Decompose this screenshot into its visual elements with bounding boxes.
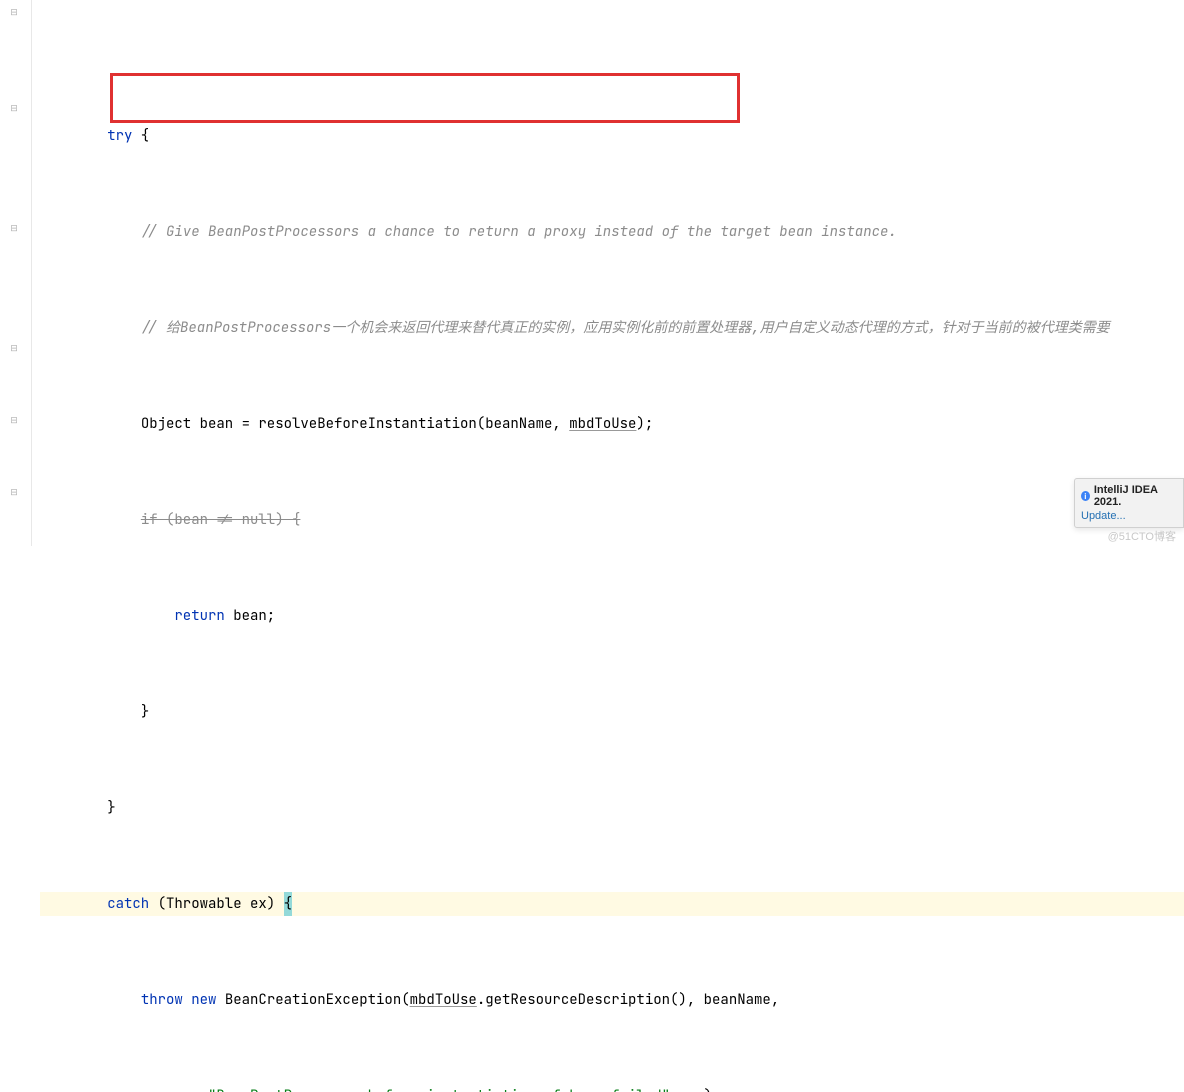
keyword-throw-new: throw new: [141, 988, 217, 1012]
fold-marker-icon[interactable]: ⊟: [8, 6, 20, 18]
comment: // 给BeanPostProcessors一个机会来返回代理来替代真正的实例，…: [141, 316, 1110, 340]
keyword-catch: catch: [107, 892, 149, 916]
fold-marker-icon[interactable]: ⊟: [8, 222, 20, 234]
editor-gutter: ⊟ ⊟ ⊟ ⊟ ⊟ ⊟: [0, 0, 32, 546]
fold-marker-icon[interactable]: ⊟: [8, 102, 20, 114]
code-line[interactable]: if (bean != null) {: [40, 508, 1184, 532]
string-literal: "BeanPostProcessor before instantiation …: [208, 1084, 670, 1092]
code-line[interactable]: // 给BeanPostProcessors一个机会来返回代理来替代真正的实例，…: [40, 316, 1184, 340]
fold-marker-icon[interactable]: ⊟: [8, 414, 20, 426]
code-line[interactable]: }: [40, 700, 1184, 724]
update-link[interactable]: Update...: [1081, 510, 1177, 522]
info-icon: i: [1081, 491, 1090, 501]
highlight-box: [110, 73, 740, 123]
variable-mbdToUse: mbdToUse: [410, 988, 477, 1012]
code-line[interactable]: Object bean = resolveBeforeInstantiation…: [40, 412, 1184, 436]
notification-title: i IntelliJ IDEA 2021.: [1081, 484, 1177, 508]
code-area[interactable]: try { // Give BeanPostProcessors a chanc…: [32, 0, 1184, 546]
ide-notification[interactable]: i IntelliJ IDEA 2021. Update...: [1074, 478, 1184, 528]
code-line[interactable]: // Give BeanPostProcessors a chance to r…: [40, 220, 1184, 244]
code-line[interactable]: "BeanPostProcessor before instantiation …: [40, 1084, 1184, 1092]
struck-code: if (bean != null) {: [141, 508, 301, 532]
code-line[interactable]: throw new BeanCreationException(mbdToUse…: [40, 988, 1184, 1012]
keyword-try: try: [107, 124, 132, 148]
comment: // Give BeanPostProcessors a chance to r…: [141, 220, 897, 244]
code-editor[interactable]: ⊟ ⊟ ⊟ ⊟ ⊟ ⊟ try { // Give BeanPostProces…: [0, 0, 1184, 546]
code-line[interactable]: catch (Throwable ex) {: [40, 892, 1184, 916]
code-line[interactable]: }: [40, 796, 1184, 820]
fold-marker-icon[interactable]: ⊟: [8, 486, 20, 498]
watermark: @51CTO博客: [1108, 528, 1176, 544]
code-line[interactable]: return bean;: [40, 604, 1184, 628]
code-line[interactable]: try {: [40, 124, 1184, 148]
variable-mbdToUse: mbdToUse: [569, 412, 636, 436]
fold-marker-icon[interactable]: ⊟: [8, 342, 20, 354]
keyword-return: return: [174, 604, 224, 628]
bracket-highlight: {: [284, 892, 292, 916]
